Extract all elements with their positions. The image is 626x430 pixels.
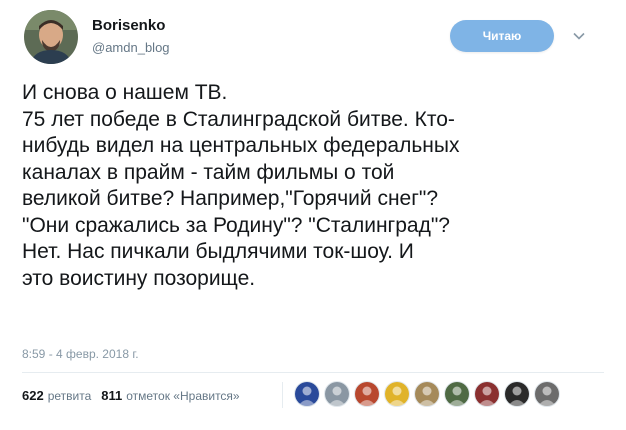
- flag-avatar-icon[interactable]: [294, 381, 320, 407]
- tweet-line: это воистину позорище.: [22, 266, 256, 290]
- photo-avatar-icon[interactable]: [474, 381, 500, 407]
- stats-divider: [282, 382, 283, 408]
- avatar-photo-icon: [24, 10, 78, 64]
- tweet-line: 75 лет победе в Сталинградской битве. Кт…: [22, 107, 455, 131]
- tweet-line: каналах в прайм - тайм фильмы о той: [22, 160, 395, 184]
- tweet-line: великой битве? Например,"Горячий снег"?: [22, 187, 439, 210]
- display-name[interactable]: Borisenko: [92, 17, 165, 34]
- likes-stat[interactable]: 811 отметок «Нравится»: [101, 388, 239, 403]
- tweet-line: нибудь видел на центральных федеральных: [22, 134, 460, 157]
- retweets-count: 622: [22, 388, 44, 403]
- tweet-timestamp[interactable]: 8:59 - 4 февр. 2018 г.: [22, 347, 139, 361]
- likes-count: 811: [101, 388, 123, 403]
- batman-avatar-icon[interactable]: [384, 381, 410, 407]
- tweet-line: Нет. Нас пичкали быдлячими ток-шоу. И: [22, 240, 414, 263]
- dark-avatar-icon[interactable]: [504, 381, 530, 407]
- photo-avatar-icon[interactable]: [444, 381, 470, 407]
- photo-avatar-icon[interactable]: [414, 381, 440, 407]
- following-button[interactable]: Читаю: [450, 20, 554, 52]
- retweets-stat[interactable]: 622 ретвита: [22, 388, 91, 403]
- default-avatar-icon[interactable]: [324, 381, 350, 407]
- tweet-line: "Они сражались за Родину"? "Сталинград"?: [22, 213, 450, 237]
- likes-label: отметок «Нравится»: [126, 389, 240, 403]
- tweet-line: И снова о нашем ТВ.: [22, 81, 228, 104]
- tweet-stats: 622 ретвита 811 отметок «Нравится»: [22, 388, 240, 403]
- user-handle[interactable]: @amdn_blog: [92, 40, 170, 55]
- liker-avatars: [294, 381, 564, 407]
- chevron-down-icon[interactable]: [572, 29, 586, 43]
- tweet-text: И снова о нашем ТВ. 75 лет победе в Стал…: [22, 80, 612, 292]
- photo-avatar-icon[interactable]: [534, 381, 560, 407]
- retweets-label: ретвита: [47, 389, 92, 403]
- avatar[interactable]: [24, 10, 78, 64]
- divider: [22, 372, 604, 373]
- emblem-avatar-icon[interactable]: [354, 381, 380, 407]
